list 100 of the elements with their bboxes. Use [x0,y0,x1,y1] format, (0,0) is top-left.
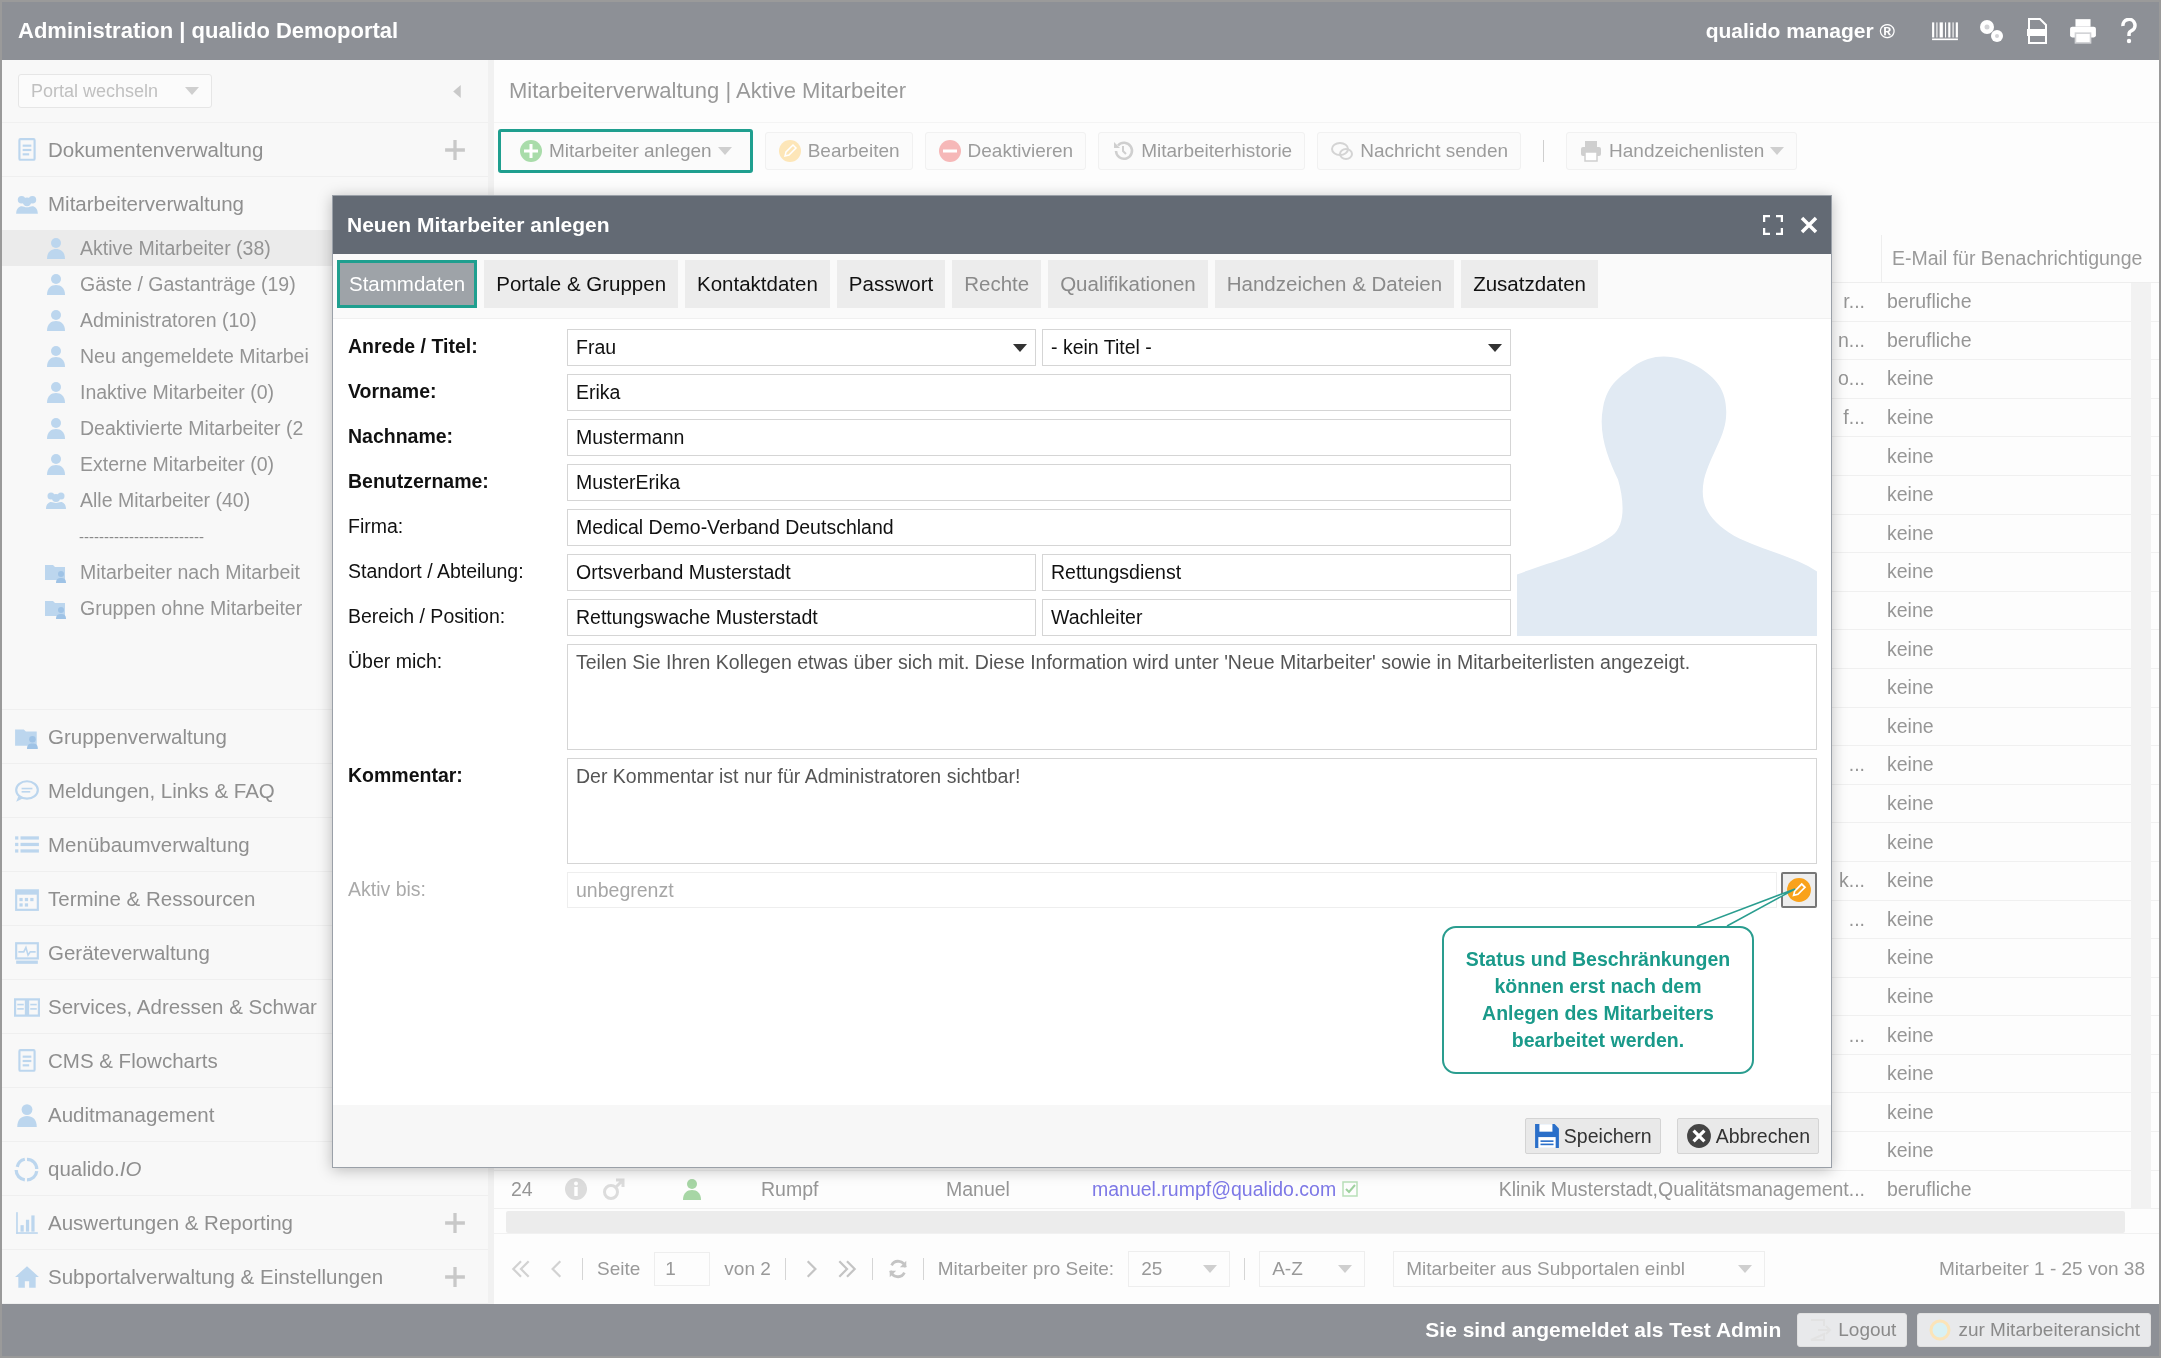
input-field[interactable]: Mustermann [567,419,1511,456]
sort-select[interactable]: A-Z [1259,1251,1366,1288]
field-label: Über mich: [347,649,444,674]
select-field[interactable]: Frau [567,329,1036,366]
table-cell: keine [1887,753,1934,776]
table-cell: n... [1837,328,1865,351]
input-field[interactable]: Erika [567,374,1511,411]
input-field[interactable]: Rettungswache Musterstadt [567,599,1036,636]
sidebar-section[interactable]: Auswertungen & Reporting [48,1210,436,1235]
table-cell: r... [1843,290,1865,313]
add-icon[interactable] [444,1211,466,1234]
cycle-icon [14,1155,40,1182]
person-icon [44,236,68,260]
table-cell: keine [1887,946,1934,969]
history-icon [1111,139,1136,163]
subportal-select[interactable]: Mitarbeiter aus Subportalen einbl [1393,1251,1766,1288]
logout-button[interactable]: Logout [1797,1313,1908,1347]
table-cell: keine [1887,1023,1934,1046]
circle-icon [1928,1318,1953,1342]
table-cell: keine [1887,637,1934,660]
record-range: Mitarbeiter 1 - 25 von 38 [1939,1258,2145,1281]
tab[interactable]: Portale & Gruppen [484,260,679,308]
sidebar-section[interactable]: Subportalverwaltung & Einstellungen [48,1264,436,1289]
edit-button[interactable] [1781,872,1817,908]
table-cell: keine [1887,676,1934,699]
separator-line: ------------------------- [79,527,204,545]
toolbar-button[interactable]: Bearbeiten [764,132,913,170]
table-cell: berufliche [1887,290,1972,313]
input-field[interactable]: MusterErika [567,464,1511,501]
male-icon [602,1177,626,1202]
tooltip: Status und Beschränkungen können erst nach dem Anlegen des Mitarbeiters bearbeitet werden. [1442,926,1754,1074]
input-field[interactable]: Ortsverband Musterstadt [567,554,1036,591]
email-link[interactable]: manuel.rumpf@qualido.com [1092,1177,1337,1201]
print-icon[interactable] [2069,18,2097,44]
settings-icon[interactable] [1977,18,2005,44]
page-label: Seite [597,1258,641,1281]
table-cell: keine [1887,367,1934,390]
person-icon [14,1101,40,1128]
info-icon[interactable] [564,1177,588,1202]
sidebar-section[interactable]: Dokumentenverwaltung [48,137,436,162]
table-cell: keine [1887,985,1934,1007]
table-cell: keine [1887,869,1934,892]
chat-icon [1330,139,1355,163]
input-field[interactable]: Medical Demo-Verband Deutschland [567,509,1511,546]
breadcrumb: Mitarbeiterverwaltung | Aktive Mitarbeiter [494,60,2159,123]
table-cell: Klinik Musterstadt,Qualitätsmanagement... [1498,1177,1865,1200]
toolbar-button[interactable]: Mitarbeiter anlegen [498,129,753,173]
per-page-select[interactable]: 25 [1128,1251,1231,1288]
toolbar-button[interactable]: Mitarbeiterhistorie [1098,132,1306,170]
cancel-button[interactable]: Abbrechen [1676,1118,1819,1154]
table-cell: keine [1887,1100,1934,1123]
tab[interactable]: Stammdaten [337,260,478,308]
field-label: Benutzername: [347,469,490,494]
table-cell: keine [1887,714,1934,737]
column-header[interactable]: E-Mail für Benachrichtigunge [1881,235,2159,282]
input-field[interactable]: Rettungsdienst [1042,554,1511,591]
input-field: unbegrenzt [567,872,1777,908]
brand-name: qualido manager ® [1705,19,1895,43]
add-icon[interactable] [444,138,466,161]
refresh-icon[interactable] [886,1258,909,1281]
fullscreen-icon[interactable] [1763,215,1783,235]
person-icon [44,452,68,476]
view-button[interactable]: zur Mitarbeiteransicht [1917,1313,2151,1347]
collapse-icon[interactable] [453,84,462,98]
save-button[interactable]: Speichern [1524,1118,1661,1154]
select-field[interactable]: - kein Titel - [1042,329,1511,366]
text-area[interactable]: Der Kommentar ist nur für Administratoren sichtbar! [567,758,1817,864]
table-cell: ... [1848,753,1865,776]
table-cell: berufliche [1887,328,1972,351]
input-field[interactable]: Wachleiter [1042,599,1511,636]
add-icon[interactable] [444,1265,466,1288]
field-label: Standort / Abteilung: [347,559,525,584]
table-cell: o... [1837,367,1865,390]
per-page-label: Mitarbeiter pro Seite: [937,1258,1115,1281]
floppy-icon [1533,1123,1560,1149]
toolbar-button[interactable]: Deaktivieren [924,132,1087,170]
person-icon [44,344,68,368]
table-cell: keine [1887,830,1934,853]
tab[interactable]: Passwort [836,260,946,308]
table-cell: keine [1887,521,1934,544]
table-cell: berufliche [1887,1177,1972,1200]
monitor-icon [14,939,40,966]
table-cell: Manuel [946,1177,1010,1200]
chat-icon [14,777,40,804]
close-icon[interactable] [1799,215,1819,235]
tab[interactable]: Zusatzdaten [1461,260,1598,308]
field-label: Aktiv bis: [347,877,428,902]
toolbar-button[interactable]: Nachricht senden [1317,132,1522,170]
pencil-icon [777,139,802,163]
table-cell: keine [1887,483,1934,506]
tab[interactable]: Kontaktdaten [685,260,830,308]
page-field[interactable]: 1 [654,1252,711,1287]
field-label: Bereich / Position: [347,604,507,629]
table-cell: keine [1887,792,1934,814]
person-icon [44,380,68,404]
portal-select[interactable]: Portal wechseln [18,74,212,108]
table-cell: ... [1848,1023,1865,1046]
toolbar-button[interactable]: Handzeichenlisten [1566,132,1798,170]
text-area[interactable]: Teilen Sie Ihren Kollegen etwas über sich mit. Diese Information wird unter 'Neue Mitarbeiter' sowie in Mitarbeiterlisten angezeigt. [567,644,1817,750]
plus-icon [519,139,543,163]
